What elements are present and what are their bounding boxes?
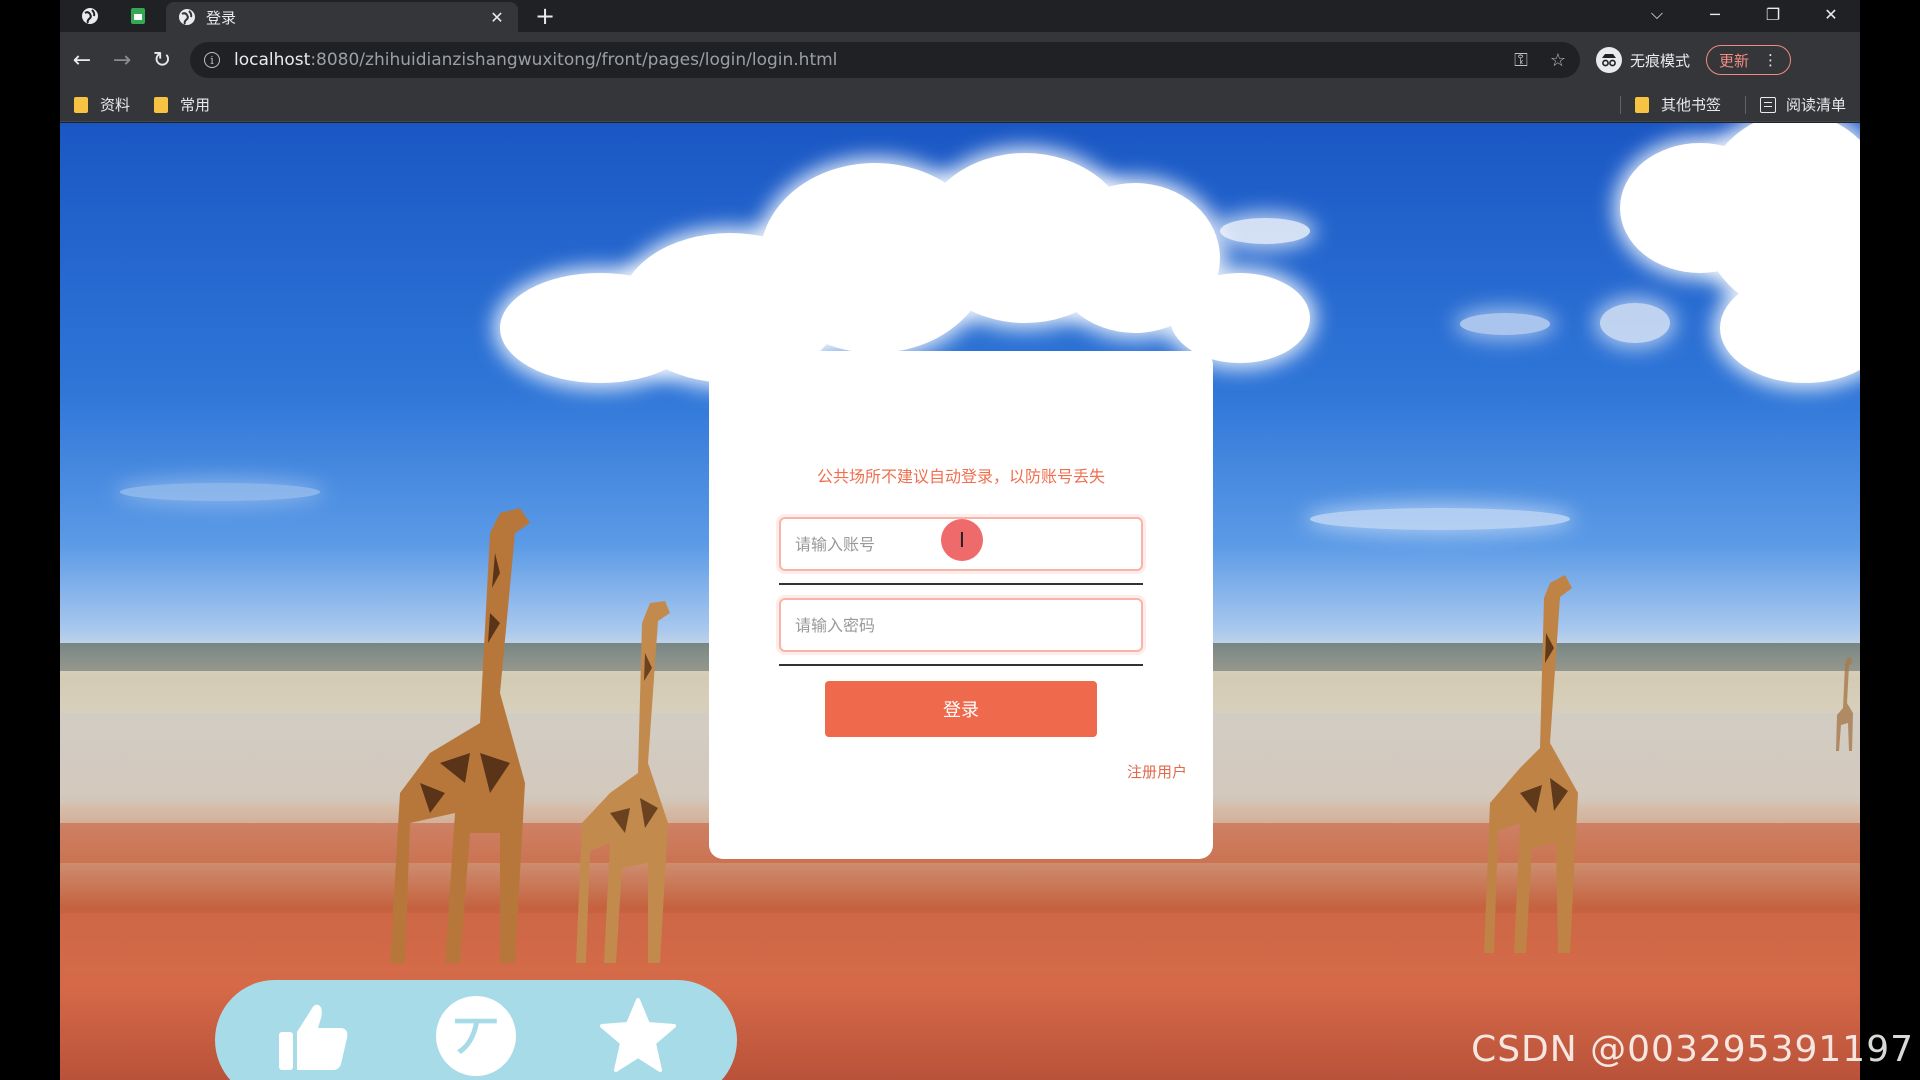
- tab-title: 登录: [206, 8, 237, 27]
- watermark: CSDN @003295391197: [1471, 1029, 1914, 1070]
- giraffe-image: [1484, 575, 1578, 953]
- tab-sheets[interactable]: [118, 0, 158, 32]
- bookmark-label: 资料: [100, 96, 131, 114]
- incognito-icon: [1596, 47, 1622, 73]
- restore-icon[interactable]: ❐: [1744, 0, 1802, 28]
- globe-icon: [82, 8, 98, 24]
- giraffe-image: [576, 601, 670, 963]
- update-label: 更新: [1719, 51, 1750, 70]
- browser-window: 登录 ✕ + ⌵ ─ ❐ ✕ ← → ↻ i localhost:8080/zh…: [60, 0, 1860, 1080]
- login-button[interactable]: 登录: [825, 681, 1097, 737]
- folder-icon: [1634, 96, 1649, 113]
- folder-icon: [154, 96, 169, 113]
- bookmark-star-icon[interactable]: ☆: [1550, 50, 1566, 71]
- password-key-icon[interactable]: ⚿: [1514, 50, 1528, 71]
- sheets-icon: [131, 8, 145, 24]
- giraffe-image: [390, 508, 530, 963]
- password-underline: [779, 664, 1143, 666]
- incognito-label: 无痕模式: [1630, 51, 1691, 70]
- update-button[interactable]: 更新 ⋮: [1706, 45, 1792, 75]
- star-icon: [600, 998, 676, 1072]
- info-icon[interactable]: i: [204, 52, 220, 68]
- login-card: 公共场所不建议自动登录，以防账号丢失 登录 注册用户: [709, 351, 1213, 859]
- tab-strip: 登录 ✕ + ⌵ ─ ❐ ✕: [60, 0, 1860, 32]
- window-controls: ⌵ ─ ❐ ✕: [1628, 0, 1860, 28]
- register-link[interactable]: 注册用户: [1127, 761, 1187, 782]
- like-button[interactable]: [273, 996, 353, 1076]
- other-bookmarks-label: 其他书签: [1660, 96, 1721, 114]
- account-underline: [779, 583, 1143, 585]
- text-cursor-indicator: I: [941, 519, 983, 561]
- tab-login[interactable]: 登录 ✕: [166, 2, 518, 32]
- minimize-icon[interactable]: ─: [1686, 0, 1744, 28]
- coin-icon: 丆: [436, 996, 516, 1076]
- reading-list-icon: [1759, 96, 1776, 113]
- incognito-indicator[interactable]: 无痕模式: [1596, 47, 1690, 73]
- bookmark-folder-1[interactable]: 常用: [154, 94, 210, 115]
- url-host: localhost: [234, 50, 311, 70]
- close-window-icon[interactable]: ✕: [1802, 0, 1860, 28]
- address-bar[interactable]: i localhost:8080/zhihuidianzishangwuxito…: [190, 42, 1580, 78]
- favorite-button[interactable]: [598, 996, 678, 1076]
- reload-button[interactable]: ↻: [142, 40, 182, 80]
- action-bar: 丆: [215, 980, 737, 1080]
- forward-button[interactable]: →: [102, 40, 142, 80]
- bookmark-separator: [1744, 95, 1746, 114]
- other-bookmarks[interactable]: 其他书签: [1634, 94, 1721, 115]
- tab-close-icon[interactable]: ✕: [488, 8, 506, 27]
- coin-button[interactable]: 丆: [436, 996, 516, 1076]
- giraffe-image: [1836, 657, 1853, 751]
- browser-toolbar: ← → ↻ i localhost:8080/zhihuidianzishang…: [60, 32, 1860, 88]
- coin-glyph: 丆: [453, 1012, 499, 1066]
- thumbs-up-icon: [279, 1004, 348, 1070]
- back-button[interactable]: ←: [62, 40, 102, 80]
- page-viewport: 公共场所不建议自动登录，以防账号丢失 登录 注册用户 I 丆: [60, 123, 1860, 1080]
- url-path: :8080/zhihuidianzishangwuxitong/front/pa…: [310, 50, 838, 70]
- cursor-icon: I: [959, 528, 965, 552]
- bookmark-folder-0[interactable]: 资料: [74, 94, 130, 115]
- bookmark-separator: [1619, 95, 1621, 114]
- bookmarks-bar: 资料 常用 其他书签 阅读清单: [60, 88, 1860, 122]
- folder-icon: [74, 96, 88, 113]
- reading-list[interactable]: 阅读清单: [1759, 94, 1846, 115]
- reading-list-label: 阅读清单: [1785, 96, 1846, 114]
- tab-search-icon[interactable]: ⌵: [1628, 0, 1686, 28]
- tab-globe[interactable]: [70, 0, 110, 32]
- password-input[interactable]: [779, 598, 1143, 652]
- new-tab-button[interactable]: +: [530, 2, 560, 30]
- login-tip: 公共场所不建议自动登录，以防账号丢失: [816, 467, 1105, 486]
- bookmark-label: 常用: [180, 96, 211, 114]
- menu-icon[interactable]: ⋮: [1763, 51, 1778, 69]
- globe-icon: [179, 9, 195, 25]
